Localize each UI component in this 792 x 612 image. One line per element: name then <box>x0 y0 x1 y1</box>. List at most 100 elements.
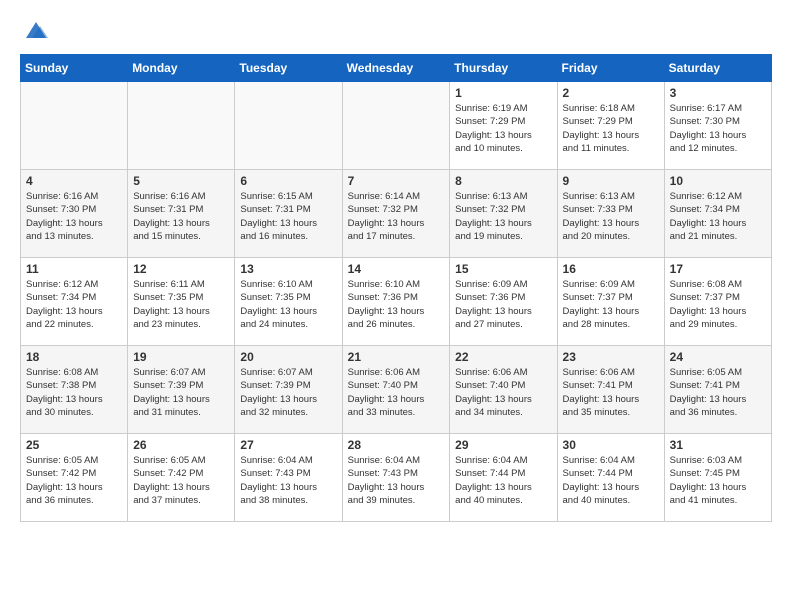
calendar-cell: 19 Sunrise: 6:07 AMSunset: 7:39 PMDayligh… <box>128 346 235 434</box>
day-number: 5 <box>133 174 229 188</box>
day-number: 24 <box>670 350 766 364</box>
calendar-cell: 3 Sunrise: 6:17 AMSunset: 7:30 PMDaylight… <box>664 82 771 170</box>
day-info: Sunrise: 6:18 AMSunset: 7:29 PMDaylight:… <box>563 102 659 155</box>
calendar-cell: 13 Sunrise: 6:10 AMSunset: 7:35 PMDayligh… <box>235 258 342 346</box>
calendar-cell <box>128 82 235 170</box>
weekday-header-tuesday: Tuesday <box>235 55 342 82</box>
day-number: 22 <box>455 350 551 364</box>
day-info: Sunrise: 6:07 AMSunset: 7:39 PMDaylight:… <box>133 366 229 419</box>
calendar-cell: 10 Sunrise: 6:12 AMSunset: 7:34 PMDayligh… <box>664 170 771 258</box>
calendar-cell: 5 Sunrise: 6:16 AMSunset: 7:31 PMDaylight… <box>128 170 235 258</box>
calendar-cell: 22 Sunrise: 6:06 AMSunset: 7:40 PMDayligh… <box>450 346 557 434</box>
day-info: Sunrise: 6:06 AMSunset: 7:41 PMDaylight:… <box>563 366 659 419</box>
calendar-cell: 12 Sunrise: 6:11 AMSunset: 7:35 PMDayligh… <box>128 258 235 346</box>
calendar-cell: 29 Sunrise: 6:04 AMSunset: 7:44 PMDayligh… <box>450 434 557 522</box>
day-number: 8 <box>455 174 551 188</box>
day-info: Sunrise: 6:04 AMSunset: 7:43 PMDaylight:… <box>348 454 445 507</box>
day-number: 6 <box>240 174 336 188</box>
day-number: 11 <box>26 262 122 276</box>
day-info: Sunrise: 6:09 AMSunset: 7:36 PMDaylight:… <box>455 278 551 331</box>
day-number: 27 <box>240 438 336 452</box>
calendar-cell: 7 Sunrise: 6:14 AMSunset: 7:32 PMDaylight… <box>342 170 450 258</box>
calendar-cell: 15 Sunrise: 6:09 AMSunset: 7:36 PMDayligh… <box>450 258 557 346</box>
day-number: 31 <box>670 438 766 452</box>
day-number: 3 <box>670 86 766 100</box>
day-info: Sunrise: 6:13 AMSunset: 7:32 PMDaylight:… <box>455 190 551 243</box>
day-number: 7 <box>348 174 445 188</box>
day-info: Sunrise: 6:04 AMSunset: 7:43 PMDaylight:… <box>240 454 336 507</box>
calendar-cell: 25 Sunrise: 6:05 AMSunset: 7:42 PMDayligh… <box>21 434 128 522</box>
weekday-header-monday: Monday <box>128 55 235 82</box>
calendar-cell: 4 Sunrise: 6:16 AMSunset: 7:30 PMDaylight… <box>21 170 128 258</box>
day-info: Sunrise: 6:09 AMSunset: 7:37 PMDaylight:… <box>563 278 659 331</box>
day-number: 4 <box>26 174 122 188</box>
calendar-week-row: 25 Sunrise: 6:05 AMSunset: 7:42 PMDayligh… <box>21 434 772 522</box>
day-info: Sunrise: 6:08 AMSunset: 7:38 PMDaylight:… <box>26 366 122 419</box>
day-number: 23 <box>563 350 659 364</box>
calendar-cell: 27 Sunrise: 6:04 AMSunset: 7:43 PMDayligh… <box>235 434 342 522</box>
day-info: Sunrise: 6:10 AMSunset: 7:35 PMDaylight:… <box>240 278 336 331</box>
calendar-cell <box>21 82 128 170</box>
day-info: Sunrise: 6:08 AMSunset: 7:37 PMDaylight:… <box>670 278 766 331</box>
calendar-cell: 14Sunrise: 6:10 AMSunset: 7:36 PMDayligh… <box>342 258 450 346</box>
calendar-cell: 21Sunrise: 6:06 AMSunset: 7:40 PMDayligh… <box>342 346 450 434</box>
calendar-cell: 6Sunrise: 6:15 AMSunset: 7:31 PMDaylight… <box>235 170 342 258</box>
calendar-cell: 26Sunrise: 6:05 AMSunset: 7:42 PMDayligh… <box>128 434 235 522</box>
day-number: 1 <box>455 86 551 100</box>
day-number: 28 <box>348 438 445 452</box>
calendar-cell: 2Sunrise: 6:18 AMSunset: 7:29 PMDaylight… <box>557 82 664 170</box>
weekday-header-wednesday: Wednesday <box>342 55 450 82</box>
day-number: 16 <box>563 262 659 276</box>
calendar-week-row: 1 Sunrise: 6:19 AMSunset: 7:29 PMDaylight… <box>21 82 772 170</box>
day-info: Sunrise: 6:16 AMSunset: 7:31 PMDaylight:… <box>133 190 229 243</box>
calendar-cell: 9Sunrise: 6:13 AMSunset: 7:33 PMDaylight… <box>557 170 664 258</box>
weekday-header-sunday: Sunday <box>21 55 128 82</box>
calendar-cell: 28 Sunrise: 6:04 AMSunset: 7:43 PMDayligh… <box>342 434 450 522</box>
page: SundayMondayTuesdayWednesdayThursdayFrid… <box>0 0 792 538</box>
calendar-week-row: 4 Sunrise: 6:16 AMSunset: 7:30 PMDaylight… <box>21 170 772 258</box>
day-number: 13 <box>240 262 336 276</box>
day-info: Sunrise: 6:04 AMSunset: 7:44 PMDaylight:… <box>563 454 659 507</box>
day-number: 25 <box>26 438 122 452</box>
day-info: Sunrise: 6:16 AMSunset: 7:30 PMDaylight:… <box>26 190 122 243</box>
calendar-cell: 30Sunrise: 6:04 AMSunset: 7:44 PMDayligh… <box>557 434 664 522</box>
calendar-cell: 8 Sunrise: 6:13 AMSunset: 7:32 PMDaylight… <box>450 170 557 258</box>
day-number: 10 <box>670 174 766 188</box>
day-info: Sunrise: 6:14 AMSunset: 7:32 PMDaylight:… <box>348 190 445 243</box>
day-info: Sunrise: 6:12 AMSunset: 7:34 PMDaylight:… <box>670 190 766 243</box>
calendar-cell: 11 Sunrise: 6:12 AMSunset: 7:34 PMDayligh… <box>21 258 128 346</box>
day-number: 15 <box>455 262 551 276</box>
day-number: 20 <box>240 350 336 364</box>
day-info: Sunrise: 6:03 AMSunset: 7:45 PMDaylight:… <box>670 454 766 507</box>
day-info: Sunrise: 6:06 AMSunset: 7:40 PMDaylight:… <box>455 366 551 419</box>
day-info: Sunrise: 6:05 AMSunset: 7:41 PMDaylight:… <box>670 366 766 419</box>
logo-icon <box>22 16 50 44</box>
day-info: Sunrise: 6:04 AMSunset: 7:44 PMDaylight:… <box>455 454 551 507</box>
calendar-cell: 20 Sunrise: 6:07 AMSunset: 7:39 PMDayligh… <box>235 346 342 434</box>
day-number: 18 <box>26 350 122 364</box>
day-number: 17 <box>670 262 766 276</box>
day-info: Sunrise: 6:11 AMSunset: 7:35 PMDaylight:… <box>133 278 229 331</box>
calendar-week-row: 18 Sunrise: 6:08 AMSunset: 7:38 PMDayligh… <box>21 346 772 434</box>
calendar-week-row: 11 Sunrise: 6:12 AMSunset: 7:34 PMDayligh… <box>21 258 772 346</box>
day-number: 29 <box>455 438 551 452</box>
calendar-cell: 16 Sunrise: 6:09 AMSunset: 7:37 PMDayligh… <box>557 258 664 346</box>
calendar-header-row: SundayMondayTuesdayWednesdayThursdayFrid… <box>21 55 772 82</box>
calendar-cell: 24 Sunrise: 6:05 AMSunset: 7:41 PMDayligh… <box>664 346 771 434</box>
logo <box>20 16 50 44</box>
weekday-header-friday: Friday <box>557 55 664 82</box>
weekday-header-saturday: Saturday <box>664 55 771 82</box>
calendar-cell <box>235 82 342 170</box>
day-info: Sunrise: 6:07 AMSunset: 7:39 PMDaylight:… <box>240 366 336 419</box>
calendar-cell: 1 Sunrise: 6:19 AMSunset: 7:29 PMDaylight… <box>450 82 557 170</box>
day-info: Sunrise: 6:17 AMSunset: 7:30 PMDaylight:… <box>670 102 766 155</box>
header <box>20 16 772 44</box>
day-number: 19 <box>133 350 229 364</box>
calendar-cell: 31 Sunrise: 6:03 AMSunset: 7:45 PMDayligh… <box>664 434 771 522</box>
calendar-cell: 23 Sunrise: 6:06 AMSunset: 7:41 PMDayligh… <box>557 346 664 434</box>
day-info: Sunrise: 6:05 AMSunset: 7:42 PMDaylight:… <box>26 454 122 507</box>
day-number: 12 <box>133 262 229 276</box>
day-info: Sunrise: 6:19 AMSunset: 7:29 PMDaylight:… <box>455 102 551 155</box>
day-info: Sunrise: 6:05 AMSunset: 7:42 PMDaylight:… <box>133 454 229 507</box>
day-info: Sunrise: 6:12 AMSunset: 7:34 PMDaylight:… <box>26 278 122 331</box>
